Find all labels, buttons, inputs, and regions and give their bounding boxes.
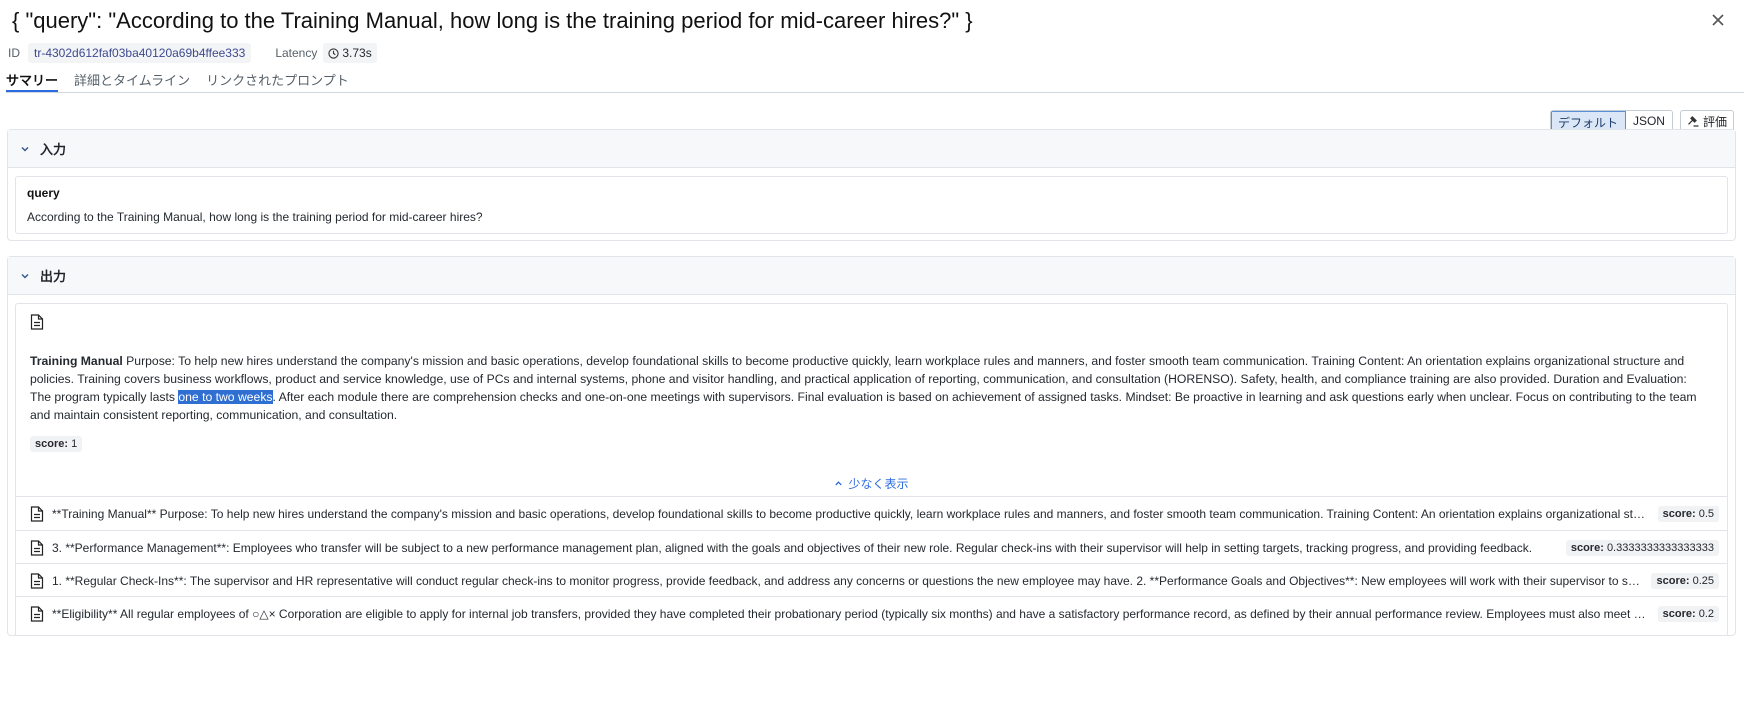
chevron-up-icon xyxy=(835,481,843,486)
trace-meta: ID tr-4302d612faf03ba40120a69b4ffee333 L… xyxy=(8,42,377,64)
show-less-label: 少なく表示 xyxy=(848,477,909,491)
input-section-title: 入力 xyxy=(40,142,67,157)
output-panel: 出力 Training Manual Purpose: To help new … xyxy=(7,256,1736,636)
show-less-link[interactable]: 少なく表示 xyxy=(16,475,1727,492)
score-badge: score: 0.2 xyxy=(1657,605,1719,622)
score-badge: score: 1 xyxy=(30,436,83,452)
clock-icon xyxy=(328,47,339,59)
close-button[interactable] xyxy=(1706,8,1730,32)
score-badge: score: 0.3333333333333333 xyxy=(1565,539,1719,556)
input-value: According to the Training Manual, how lo… xyxy=(27,210,483,224)
page-title: { "query": "According to the Training Ma… xyxy=(12,8,973,33)
document-icon xyxy=(30,605,44,622)
chevron-down-icon xyxy=(21,273,29,279)
result-row[interactable]: **Eligibility** All regular employees of… xyxy=(16,596,1727,630)
result-text: 3. **Performance Management**: Employees… xyxy=(52,540,1533,555)
document-icon xyxy=(30,314,44,330)
document-title: Training Manual xyxy=(30,354,123,368)
input-panel: 入力 query According to the Training Manua… xyxy=(7,129,1736,241)
evaluate-label: 評価 xyxy=(1702,114,1727,129)
score-value: 0.2 xyxy=(1698,607,1714,620)
output-section-title: 出力 xyxy=(40,269,67,284)
score-value: 0.5 xyxy=(1698,507,1714,520)
input-field-box: query According to the Training Manual, … xyxy=(15,176,1728,234)
score-label: score: xyxy=(1662,507,1696,520)
gavel-icon xyxy=(1688,116,1699,127)
result-text: **Eligibility** All regular employees of… xyxy=(52,606,1648,621)
tab-linked-prompts[interactable]: リンクされたプロンプト xyxy=(206,68,349,92)
score-value: 0.25 xyxy=(1692,574,1714,587)
output-section-header[interactable]: 出力 xyxy=(8,257,1735,295)
result-text: **Training Manual** Purpose: To help new… xyxy=(52,506,1648,521)
score-label: score: xyxy=(35,438,69,450)
trace-id[interactable]: tr-4302d612faf03ba40120a69b4ffee333 xyxy=(28,43,252,63)
input-key: query xyxy=(27,186,60,200)
score-badge: score: 0.25 xyxy=(1651,572,1719,589)
score-badge: score: 0.5 xyxy=(1657,505,1719,522)
latency-badge: 3.73s xyxy=(323,43,377,63)
document-icon xyxy=(30,505,44,522)
input-section-header[interactable]: 入力 xyxy=(8,130,1735,168)
document-icon xyxy=(30,572,44,589)
default-view-button[interactable]: デフォルト xyxy=(1550,111,1626,131)
score-value: 0.3333333333333333 xyxy=(1606,541,1714,554)
chevron-down-icon xyxy=(21,146,29,152)
id-label: ID xyxy=(8,46,20,60)
json-view-button[interactable]: JSON xyxy=(1625,111,1672,131)
score-label: score: xyxy=(1570,541,1604,554)
latency-label: Latency xyxy=(275,46,318,60)
score-label: score: xyxy=(1662,607,1696,620)
expanded-document-text: Training Manual Purpose: To help new hir… xyxy=(30,352,1709,424)
close-icon xyxy=(1712,14,1724,26)
highlighted-answer: one to two weeks xyxy=(178,390,273,404)
score-value: 1 xyxy=(71,438,78,450)
tab-bar: サマリー 詳細とタイムライン リンクされたプロンプト xyxy=(6,68,1744,93)
retrieved-documents: Training Manual Purpose: To help new hir… xyxy=(15,303,1728,635)
result-row[interactable]: **Training Manual** Purpose: To help new… xyxy=(16,496,1727,530)
document-text-after: . After each module there are comprehens… xyxy=(30,390,1697,422)
document-icon xyxy=(30,539,44,556)
tab-details-timeline[interactable]: 詳細とタイムライン xyxy=(74,68,190,92)
score-label: score: xyxy=(1656,574,1690,587)
latency-value: 3.73s xyxy=(342,46,372,60)
result-text: 1. **Regular Check-Ins**: The supervisor… xyxy=(52,573,1642,588)
result-row[interactable]: 1. **Regular Check-Ins**: The supervisor… xyxy=(16,563,1727,597)
tab-summary[interactable]: サマリー xyxy=(6,68,59,92)
result-row[interactable]: 3. **Performance Management**: Employees… xyxy=(16,530,1727,564)
